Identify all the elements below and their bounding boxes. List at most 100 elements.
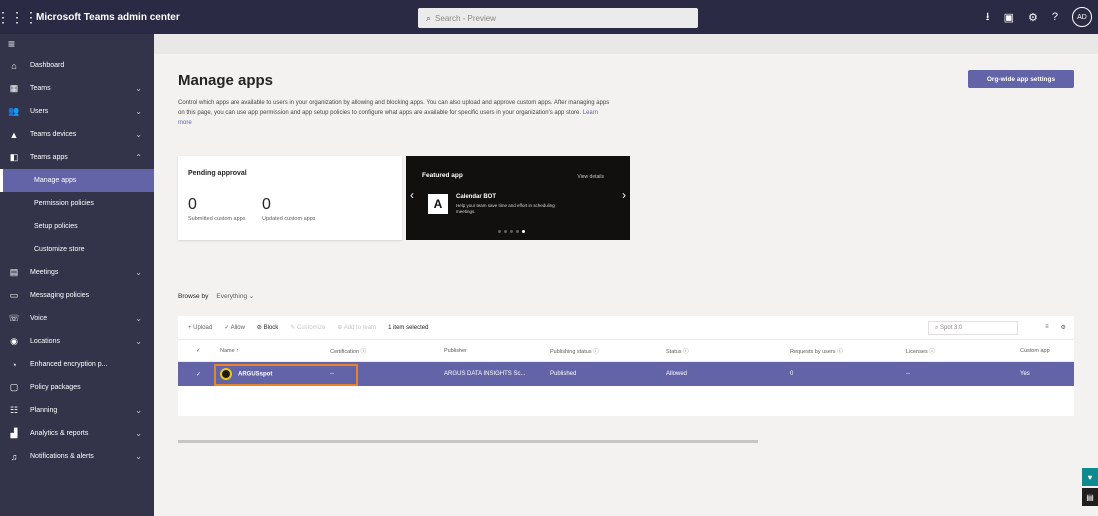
sidebar-item-analytics-reports[interactable]: ▟ Analytics & reports ⌄ bbox=[0, 422, 154, 445]
sidebar-item-teams-devices[interactable]: ▲ Teams devices ⌄ bbox=[0, 123, 154, 146]
table-row[interactable]: ✓ ARGUSspot -- ARGUS DATA INSIGHTS Sc...… bbox=[178, 362, 1074, 386]
gear-icon[interactable]: ⚙ bbox=[1028, 11, 1038, 24]
chevron-right-icon[interactable]: › bbox=[622, 188, 626, 202]
policy-icon: ▢ bbox=[9, 382, 19, 392]
sidebar-item-planning[interactable]: ☷ Planning ⌄ bbox=[0, 399, 154, 422]
col-certification-label: Certification bbox=[330, 348, 360, 355]
app-launcher-icon[interactable]: ⋮⋮⋮ bbox=[0, 0, 38, 34]
sidebar-item-teams-apps[interactable]: ◧ Teams apps ⌃ bbox=[0, 146, 154, 169]
col-requests-by-users[interactable]: Requests by users ⓘ bbox=[790, 347, 843, 355]
view-details-link[interactable]: View details bbox=[577, 174, 604, 180]
selected-count: 1 item selected bbox=[388, 324, 429, 331]
submitted-label: Submitted custom apps bbox=[188, 216, 246, 222]
sidebar-item-label: Messaging policies bbox=[30, 292, 90, 299]
col-certification[interactable]: Certification ⓘ bbox=[330, 347, 366, 355]
apps-icon: ◧ bbox=[9, 152, 19, 162]
block-button[interactable]: ⊘ Block bbox=[257, 324, 278, 331]
featured-app-card: Featured app View details ‹ › A Calendar… bbox=[406, 156, 630, 240]
block-icon: ⊘ bbox=[256, 325, 264, 331]
sidebar-item-voice[interactable]: ☏ Voice ⌄ bbox=[0, 307, 154, 330]
help-icon[interactable]: ? bbox=[1052, 11, 1058, 23]
sidebar-item-messaging-policies[interactable]: ▭ Messaging policies bbox=[0, 284, 154, 307]
carousel-dot[interactable] bbox=[498, 230, 501, 233]
updated-label: Updated custom apps bbox=[262, 216, 316, 222]
chevron-down-icon: ⌄ bbox=[135, 314, 142, 323]
users-icon: 👥 bbox=[8, 106, 20, 116]
planning-icon: ☷ bbox=[9, 405, 19, 415]
select-all-checkbox[interactable]: ✓ bbox=[196, 348, 201, 354]
col-publisher[interactable]: Publisher bbox=[444, 348, 467, 354]
carousel-dot[interactable] bbox=[510, 230, 513, 233]
sidebar-item-notifications-alerts[interactable]: ♫ Notifications & alerts ⌄ bbox=[0, 445, 154, 468]
carousel-dot[interactable] bbox=[516, 230, 519, 233]
avatar[interactable]: AD bbox=[1072, 7, 1092, 27]
table-toolbar: + Upload ✓ Allow ⊘ Block ✎ Customize ⊕ A… bbox=[178, 316, 1074, 340]
col-name[interactable]: Name ↑ bbox=[220, 348, 239, 354]
sidebar-item-locations[interactable]: ◉ Locations ⌄ bbox=[0, 330, 154, 353]
sidebar-item-label: Locations bbox=[30, 338, 60, 345]
sidebar-item-label: Meetings bbox=[30, 269, 59, 276]
browse-by-label: Browse by bbox=[178, 292, 209, 300]
horizontal-scrollbar[interactable] bbox=[178, 440, 758, 443]
featured-app-title: Featured app bbox=[422, 172, 463, 179]
col-licenses[interactable]: Licenses ⓘ bbox=[906, 347, 935, 355]
allow-button[interactable]: ✓ Allow bbox=[224, 324, 245, 331]
analytics-icon: ▟ bbox=[10, 428, 18, 438]
teams-icon: ▦ bbox=[9, 83, 19, 93]
sidebar-sub-setup-policies[interactable]: Setup policies bbox=[0, 215, 154, 238]
customize-button[interactable]: ✎ Customize bbox=[290, 324, 325, 331]
add-to-team-button[interactable]: ⊕ Add to team bbox=[337, 324, 376, 331]
description-text: Control which apps are available to user… bbox=[178, 100, 610, 116]
chat-icon[interactable]: ▣ bbox=[1004, 11, 1014, 24]
column-settings-icon[interactable]: ⚙ bbox=[1061, 324, 1066, 331]
chevron-left-icon[interactable]: ‹ bbox=[410, 188, 414, 202]
updated-custom-apps-stat[interactable]: 0 Updated custom apps bbox=[262, 196, 316, 222]
info-icon: ⓘ bbox=[683, 348, 689, 355]
sidebar-item-meetings[interactable]: ▤ Meetings ⌄ bbox=[0, 261, 154, 284]
chevron-up-icon: ⌃ bbox=[135, 153, 142, 162]
sidebar-item-label: Users bbox=[30, 108, 49, 115]
org-wide-app-settings-button[interactable]: Org-wide app settings bbox=[968, 70, 1074, 88]
sidebar-item-users[interactable]: 👥 Users ⌄ bbox=[0, 100, 154, 123]
carousel-dot-active[interactable] bbox=[522, 230, 525, 233]
encryption-icon: ◔ bbox=[11, 359, 17, 370]
download-icon[interactable]: ⭳ bbox=[986, 8, 990, 27]
carousel-dots bbox=[498, 230, 525, 233]
filter-icon[interactable]: ≡ bbox=[1045, 324, 1049, 331]
chevron-down-icon: ⌄ bbox=[135, 84, 142, 93]
carousel-dot[interactable] bbox=[504, 230, 507, 233]
row-checkbox[interactable]: ✓ bbox=[196, 371, 201, 378]
featured-app-description: Help your team save time and effort in s… bbox=[456, 203, 555, 214]
col-custom-app[interactable]: Custom app bbox=[1020, 348, 1050, 354]
table-search-input[interactable]: ⌕ Spot 3.0 bbox=[928, 321, 1018, 335]
sidebar-sub-manage-apps[interactable]: Manage apps bbox=[0, 169, 154, 192]
sidebar-sub-customize-store[interactable]: Customize store bbox=[0, 238, 154, 261]
sidebar-item-teams[interactable]: ▦ Teams ⌄ bbox=[0, 77, 154, 100]
pencil-icon: ✎ bbox=[290, 325, 297, 331]
col-licenses-label: Licenses bbox=[906, 348, 928, 355]
featured-app-name[interactable]: Calendar BOT bbox=[456, 194, 496, 200]
sidebar-item-label: Teams devices bbox=[30, 131, 77, 138]
info-icon: ⓘ bbox=[837, 348, 843, 355]
sidebar-sub-permission-policies[interactable]: Permission policies bbox=[0, 192, 154, 215]
col-publishing-status[interactable]: Publishing status ⓘ bbox=[550, 347, 599, 355]
sidebar-item-dashboard[interactable]: ⌂ Dashboard bbox=[0, 54, 154, 77]
submitted-custom-apps-stat[interactable]: 0 Submitted custom apps bbox=[188, 196, 245, 222]
table-search-value: Spot 3.0 bbox=[940, 325, 963, 331]
sidebar: ≡ ⌂ Dashboard ▦ Teams ⌄ 👥 Users ⌄ ▲ Team… bbox=[0, 34, 154, 516]
col-status[interactable]: Status ⓘ bbox=[666, 347, 689, 355]
upload-button[interactable]: + Upload bbox=[188, 325, 212, 331]
row-custom-app: Yes bbox=[1020, 371, 1030, 377]
locations-icon: ◉ bbox=[10, 336, 18, 346]
sidebar-item-label: Teams bbox=[30, 85, 51, 92]
info-icon: ⓘ bbox=[593, 348, 599, 355]
browse-by-dropdown[interactable]: Everything ⌄ bbox=[216, 292, 254, 300]
feedback-icon[interactable]: ♥ bbox=[1082, 468, 1098, 486]
row-publishing-status: Published bbox=[550, 371, 577, 377]
sidebar-item-enhanced-encryption[interactable]: ◔ Enhanced encryption p... bbox=[0, 353, 154, 376]
chevron-down-icon: ⌄ bbox=[248, 293, 255, 300]
sidebar-item-policy-packages[interactable]: ▢ Policy packages bbox=[0, 376, 154, 399]
chat-help-icon[interactable]: ▤ bbox=[1082, 488, 1098, 506]
hamburger-icon[interactable]: ≡ bbox=[0, 34, 154, 54]
global-search[interactable]: ⌕ Search - Preview bbox=[418, 8, 698, 28]
